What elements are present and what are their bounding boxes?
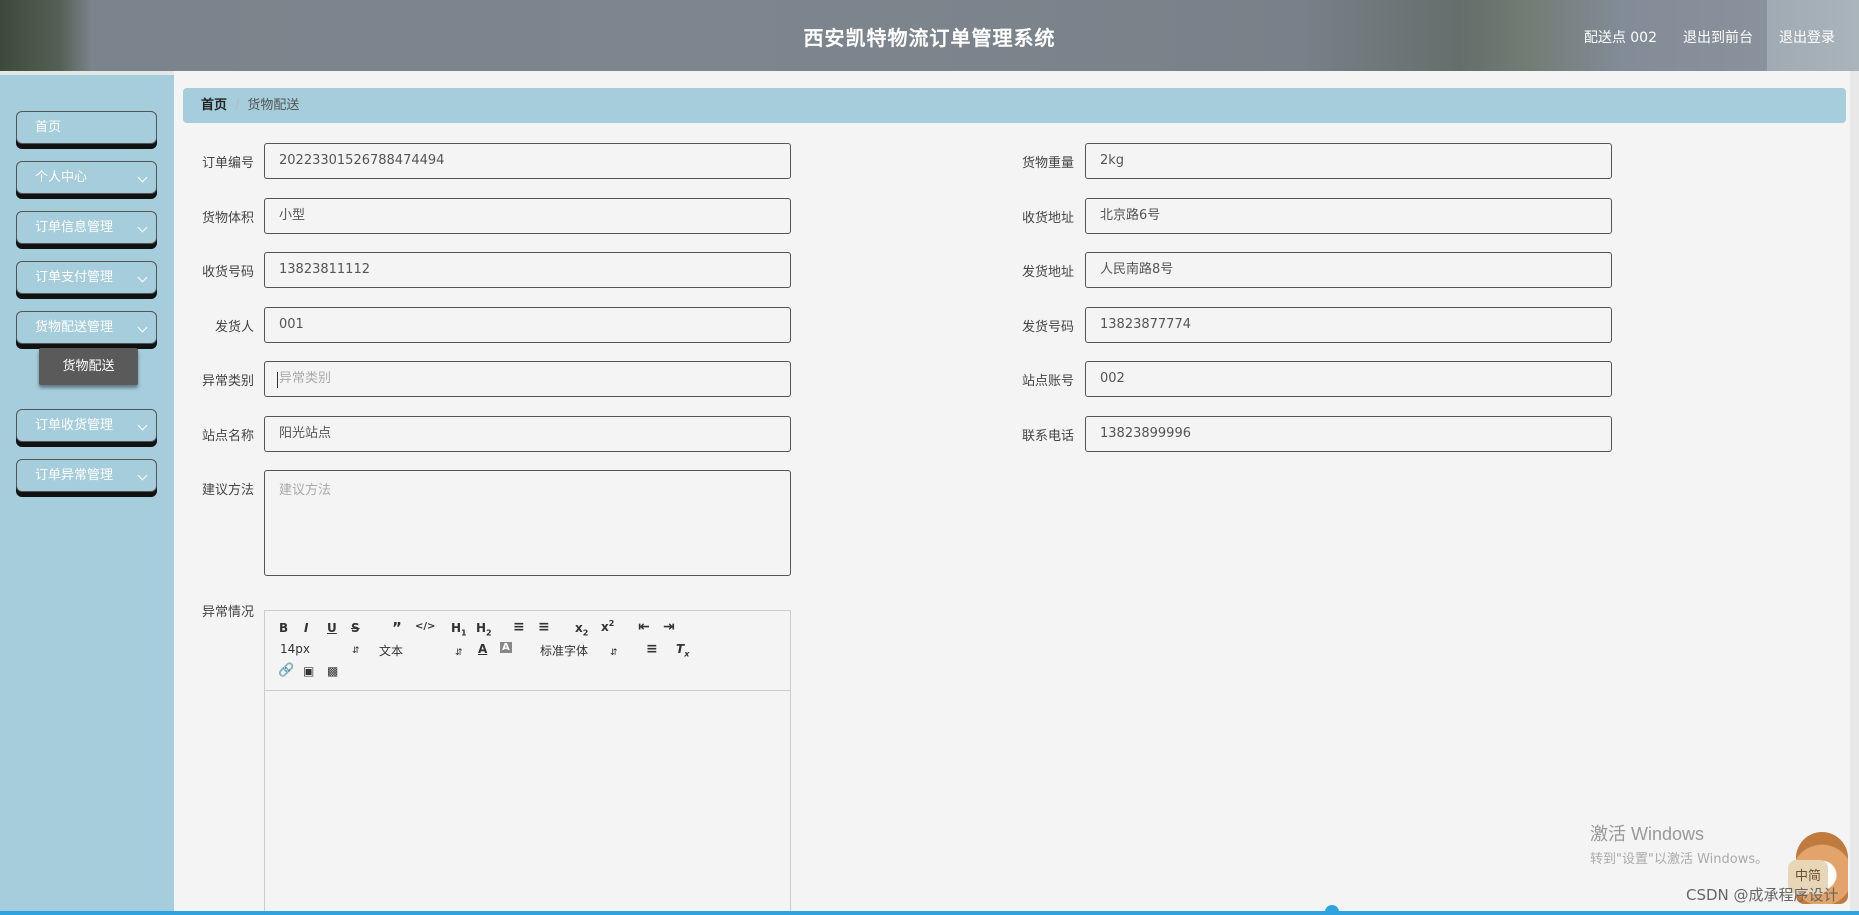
sidebar-item-order-payment[interactable]: 订单支付管理 (16, 261, 157, 294)
blockquote-icon[interactable]: ” (392, 619, 402, 637)
bottom-progress-bar (0, 911, 1859, 915)
contact-phone-input[interactable]: 13823899996 (1085, 416, 1612, 452)
station-label: 配送点 002 (1583, 30, 1657, 46)
station-account-label: 站点账号 (1021, 374, 1074, 389)
font-size-select[interactable]: 14px ⇵ (280, 642, 360, 656)
volume-input[interactable]: 小型 (264, 198, 791, 234)
station-name-input[interactable]: 阳光站点 (264, 416, 791, 452)
italic-icon[interactable]: I (304, 621, 308, 635)
video-icon[interactable]: ▩ (327, 664, 338, 678)
back-to-front-link[interactable]: 退出到前台 (1683, 27, 1753, 47)
editor-toolbar: B I U S ” </> H1 H2 ≡ ≡ x2 x2 ⇤ ⇥ 14px ⇵ … (265, 611, 790, 691)
chevron-down-icon (137, 322, 148, 333)
text-type-value: 文本 (379, 644, 404, 658)
chevron-down-icon (137, 470, 148, 481)
recv-phone-label: 收货号码 (201, 265, 254, 280)
breadcrumb-current: 货物配送 (247, 98, 300, 113)
background-color-icon[interactable]: A (500, 642, 512, 653)
suggestion-textarea[interactable]: 建议方法 (264, 470, 791, 576)
subscript-icon[interactable]: x2 (575, 621, 588, 637)
select-arrow-icon: ⇵ (352, 646, 360, 656)
chevron-down-icon (137, 272, 148, 283)
sidebar-item-label: 订单收货管理 (35, 418, 114, 433)
font-family-value: 标准字体 (540, 644, 589, 658)
chevron-down-icon (137, 222, 148, 233)
heading2-icon[interactable]: H2 (476, 621, 492, 637)
activate-windows-hint: 转到"设置"以激活 Windows。 (1590, 852, 1769, 867)
bullet-list-icon[interactable]: ≡ (538, 619, 550, 635)
csdn-watermark: CSDN @成承程序设计 (1686, 886, 1839, 904)
text-cursor-icon (277, 372, 278, 388)
sidebar-item-label: 个人中心 (35, 170, 88, 185)
order-no-label: 订单编号 (201, 156, 254, 171)
exception-detail-label: 异常情况 (201, 605, 254, 620)
sidebar-item-order-info[interactable]: 订单信息管理 (16, 211, 157, 244)
sender-label: 发货人 (214, 320, 254, 335)
recv-phone-input[interactable]: 13823811112 (264, 252, 791, 288)
sidebar-item-personal-center[interactable]: 个人中心 (16, 161, 157, 194)
select-arrow-icon: ⇵ (610, 648, 618, 658)
station-account-input[interactable]: 002 (1085, 361, 1612, 397)
sender-input[interactable]: 001 (264, 307, 791, 343)
font-family-select[interactable]: 标准字体 ⇵ (540, 642, 618, 659)
vertical-scrollbar[interactable] (1850, 71, 1859, 911)
bold-icon[interactable]: B (279, 621, 288, 635)
chevron-down-icon (137, 420, 148, 431)
logout-link[interactable]: 退出登录 (1779, 27, 1835, 47)
app-title: 西安凯特物流订单管理系统 (803, 26, 1056, 50)
exception-type-input[interactable]: 异常类别 (264, 361, 791, 397)
sidebar-item-label: 订单信息管理 (35, 220, 114, 235)
clear-format-icon[interactable]: Tx (676, 642, 689, 658)
ordered-list-icon[interactable]: ≡ (513, 619, 525, 635)
send-addr-label: 发货地址 (1021, 265, 1074, 280)
image-icon[interactable]: ▣ (303, 664, 314, 678)
code-icon[interactable]: </> (415, 621, 435, 632)
recv-addr-input[interactable]: 北京路6号 (1085, 198, 1612, 234)
send-phone-input[interactable]: 13823877774 (1085, 307, 1612, 343)
font-color-icon[interactable]: A (478, 642, 487, 656)
heading1-icon[interactable]: H1 (451, 621, 467, 637)
exception-type-label: 异常类别 (201, 374, 254, 389)
recv-addr-label: 收货地址 (1021, 211, 1074, 226)
weight-label: 货物重量 (1021, 156, 1074, 171)
order-no-input[interactable]: 20223301526788474494 (264, 143, 791, 179)
suggestion-label: 建议方法 (201, 483, 254, 498)
sidebar-item-delivery[interactable]: 货物配送管理 (16, 311, 157, 344)
indent-icon[interactable]: ⇥ (663, 619, 675, 635)
sidebar-item-label: 货物配送管理 (35, 320, 114, 335)
strikethrough-icon[interactable]: S (351, 621, 360, 635)
outdent-icon[interactable]: ⇤ (638, 619, 650, 635)
sidebar-item-order-receipt[interactable]: 订单收货管理 (16, 409, 157, 442)
submenu-item-delivery[interactable]: 货物配送 (39, 348, 138, 385)
breadcrumb-separator: / (235, 98, 240, 113)
sidebar: 首页 个人中心 订单信息管理 订单支付管理 货物配送管理 货物配送 订单收货管理… (0, 71, 174, 915)
underline-icon[interactable]: U (327, 621, 337, 635)
send-phone-label: 发货号码 (1021, 320, 1074, 335)
select-arrow-icon: ⇵ (455, 648, 463, 658)
sidebar-item-label: 首页 (35, 120, 62, 135)
top-header: 西安凯特物流订单管理系统 配送点 002 退出到前台 退出登录 (0, 0, 1859, 71)
volume-label: 货物体积 (201, 211, 254, 226)
contact-phone-label: 联系电话 (1021, 429, 1074, 444)
activate-windows-text: 激活 Windows (1590, 824, 1705, 844)
text-type-select[interactable]: 文本 ⇵ (379, 642, 463, 659)
font-size-value: 14px (280, 642, 310, 656)
sidebar-item-label: 订单异常管理 (35, 468, 114, 483)
superscript-icon[interactable]: x2 (601, 619, 614, 634)
rich-text-editor: B I U S ” </> H1 H2 ≡ ≡ x2 x2 ⇤ ⇥ 14px ⇵ … (264, 610, 791, 915)
weight-input[interactable]: 2kg (1085, 143, 1612, 179)
breadcrumb: 首页 / 货物配送 (183, 88, 1846, 123)
station-name-label: 站点名称 (201, 429, 254, 444)
editor-content-area[interactable] (265, 691, 790, 914)
send-addr-input[interactable]: 人民南路8号 (1085, 252, 1612, 288)
sidebar-item-label: 订单支付管理 (35, 270, 114, 285)
sidebar-item-home[interactable]: 首页 (16, 111, 157, 144)
chevron-down-icon (137, 172, 148, 183)
sidebar-item-order-exception[interactable]: 订单异常管理 (16, 459, 157, 492)
align-icon[interactable]: ≡ (646, 641, 658, 657)
breadcrumb-home[interactable]: 首页 (201, 98, 227, 113)
progress-handle[interactable] (1325, 905, 1339, 915)
header-actions: 配送点 002 退出到前台 退出登录 (1584, 27, 1835, 47)
link-icon[interactable]: 🔗 (278, 663, 294, 678)
